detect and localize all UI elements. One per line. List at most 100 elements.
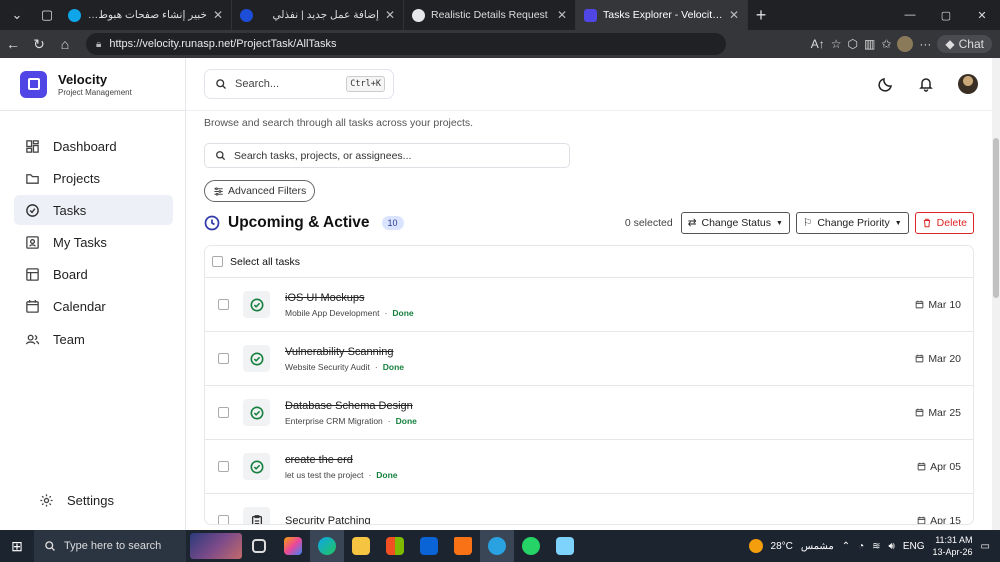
task-name[interactable]: create the erd xyxy=(285,454,917,466)
sidebar-item-dashboard[interactable]: Dashboard xyxy=(14,131,173,161)
browser-profile-avatar[interactable] xyxy=(897,36,914,52)
sidebar-item-team[interactable]: Team xyxy=(14,324,173,354)
maximize-icon[interactable]: ▢ xyxy=(928,9,964,22)
chevron-up-icon[interactable]: ⌃ xyxy=(842,541,850,552)
store-app-icon[interactable] xyxy=(378,530,412,562)
check-circle-icon xyxy=(250,406,263,419)
dashboard-icon xyxy=(26,139,39,153)
moon-icon[interactable] xyxy=(878,76,894,92)
windows-start-icon[interactable]: ⊞ xyxy=(0,538,34,555)
task-view-icon[interactable] xyxy=(242,530,276,562)
global-search-input[interactable]: Search... Ctrl+K xyxy=(204,69,394,99)
new-tab-icon[interactable]: + xyxy=(748,5,774,26)
brand-name: Velocity xyxy=(58,71,108,87)
task-due-date: Mar 10 xyxy=(915,299,961,311)
notes-app-icon[interactable] xyxy=(548,530,582,562)
more-icon[interactable]: ··· xyxy=(919,37,931,51)
advanced-filters-label: Advanced Filters xyxy=(228,185,307,197)
calendar-icon xyxy=(915,300,924,309)
home-icon[interactable]: ⌂ xyxy=(52,36,78,52)
split-screen-icon[interactable]: ▥ xyxy=(864,37,875,51)
taskbar-search[interactable]: Type here to search xyxy=(34,530,186,562)
refresh-icon[interactable]: ↻ xyxy=(26,36,52,53)
user-avatar[interactable] xyxy=(958,74,978,94)
brand[interactable]: Velocity Project Management xyxy=(0,58,185,111)
task-row[interactable]: Vulnerability Scanning Website Security A… xyxy=(205,332,973,386)
chat-label: Chat xyxy=(958,37,984,51)
task-row[interactable]: Security Patching Apr 15 xyxy=(205,494,973,525)
trash-icon xyxy=(923,218,930,228)
change-status-button[interactable]: ⇄ Change Status ▼ xyxy=(680,212,790,234)
task-checkbox[interactable] xyxy=(218,299,229,310)
read-aloud-icon[interactable]: A↑ xyxy=(811,37,825,51)
extensions-icon[interactable]: ⬡ xyxy=(848,37,858,51)
keyboard-shortcut-badge: Ctrl+K xyxy=(346,76,385,92)
separator-dot: · xyxy=(368,469,372,480)
outlook-app-icon[interactable] xyxy=(412,530,446,562)
close-icon[interactable]: ✕ xyxy=(557,8,567,22)
whatsapp-app-icon[interactable] xyxy=(514,530,548,562)
page-scrollbar[interactable] xyxy=(992,58,1000,530)
minimize-icon[interactable]: — xyxy=(892,9,928,22)
clock[interactable]: 11:31 AM 13-Apr-26 xyxy=(933,534,973,558)
notifications-icon[interactable]: ▭ xyxy=(981,541,990,552)
copilot-chat-button[interactable]: ◆ Chat xyxy=(937,35,992,53)
telegram-app-icon[interactable] xyxy=(480,530,514,562)
file-explorer-icon[interactable] xyxy=(344,530,378,562)
task-row[interactable]: Database Schema Design Enterprise CRM Mig… xyxy=(205,386,973,440)
delete-button[interactable]: Delete xyxy=(914,212,974,234)
sidebar-item-projects[interactable]: Projects xyxy=(14,163,173,193)
close-icon[interactable]: ✕ xyxy=(385,8,395,22)
task-checkbox[interactable] xyxy=(218,353,229,364)
task-row[interactable]: create the erd let us test the project · Do… xyxy=(205,440,973,494)
task-row[interactable]: iOS UI Mockups Mobile App Development · Don… xyxy=(205,278,973,332)
sidebar-item-board[interactable]: Board xyxy=(14,260,173,290)
section-header: Upcoming & Active 10 0 selected ⇄ Change… xyxy=(204,212,974,234)
volume-icon[interactable]: 🔊︎ xyxy=(889,541,895,552)
network-icon[interactable]: ◔ xyxy=(858,541,864,552)
copilot-app-icon[interactable] xyxy=(276,530,310,562)
task-due-date: Apr 15 xyxy=(917,515,961,524)
tab-list-icon[interactable]: ⌄ xyxy=(4,2,30,28)
select-all-checkbox[interactable] xyxy=(212,256,223,267)
url-field[interactable]: 🔒︎ https://velocity.runasp.net/ProjectTa… xyxy=(86,33,726,55)
task-name[interactable]: Database Schema Design xyxy=(285,400,915,412)
close-icon[interactable]: ✕ xyxy=(213,8,223,22)
workspaces-icon[interactable]: ▢ xyxy=(34,2,60,28)
task-name[interactable]: Security Patching xyxy=(285,515,917,525)
task-project: Enterprise CRM Migration xyxy=(285,415,383,426)
advanced-filters-button[interactable]: Advanced Filters xyxy=(204,180,316,202)
window-close-icon[interactable]: ✕ xyxy=(964,9,1000,22)
weather-temp[interactable]: 28°C xyxy=(771,541,793,552)
top-bar: Search... Ctrl+K xyxy=(186,58,992,111)
language-indicator[interactable]: ENG xyxy=(903,541,925,552)
task-search-input[interactable]: Search tasks, projects, or assignees... xyxy=(204,143,570,168)
browser-tab-active[interactable]: Tasks Explorer - Velocity Dashboard ✕ xyxy=(576,0,748,30)
task-name[interactable]: Vulnerability Scanning xyxy=(285,346,915,358)
sidebar-item-settings[interactable]: Settings xyxy=(28,486,188,516)
task-checkbox[interactable] xyxy=(218,407,229,418)
sunny-weather-icon xyxy=(748,539,763,553)
wifi-icon[interactable]: ≋ xyxy=(872,541,880,552)
vlc-app-icon[interactable] xyxy=(446,530,480,562)
separator-dot: · xyxy=(384,307,388,318)
task-checkbox[interactable] xyxy=(218,461,229,472)
brand-subtitle: Project Management xyxy=(58,87,132,97)
task-name[interactable]: iOS UI Mockups xyxy=(285,292,915,304)
sidebar-item-my-tasks[interactable]: My Tasks xyxy=(14,228,173,258)
task-checkbox[interactable] xyxy=(218,515,229,524)
select-all-row[interactable]: Select all tasks xyxy=(205,246,973,278)
search-highlight-image[interactable] xyxy=(190,533,242,559)
bell-icon[interactable] xyxy=(918,76,934,92)
favorites-icon[interactable]: ✩ xyxy=(881,37,891,51)
browser-tab-1[interactable]: خبير إنشاء صفحات هبوط ومسارات بيع ✕ xyxy=(60,0,232,30)
favorite-star-icon[interactable]: ☆ xyxy=(831,37,842,51)
sidebar-item-calendar[interactable]: Calendar xyxy=(14,292,173,322)
edge-app-icon[interactable] xyxy=(310,530,344,562)
close-icon[interactable]: ✕ xyxy=(729,8,739,22)
back-icon[interactable]: ← xyxy=(0,36,26,52)
sidebar-item-tasks[interactable]: Tasks xyxy=(14,195,173,226)
browser-tab-2[interactable]: إضافة عمل جديد | نفذلي ✕ xyxy=(232,0,404,30)
change-priority-button[interactable]: ⚐ Change Priority ▼ xyxy=(795,212,909,234)
browser-tab-3[interactable]: Realistic Details Request ✕ xyxy=(404,0,576,30)
